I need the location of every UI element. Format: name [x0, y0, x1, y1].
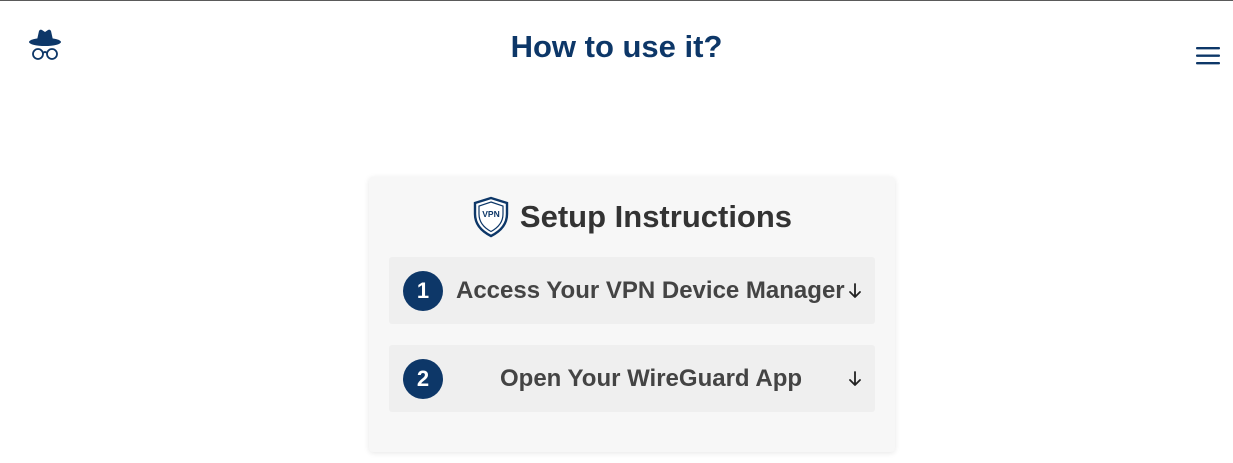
step-number-badge: 1 [403, 271, 443, 311]
page-title: How to use it? [510, 29, 723, 64]
vpn-shield-text: VPN [482, 209, 499, 219]
step-open-wireguard-app[interactable]: 2 Open Your WireGuard App [389, 345, 875, 412]
step-number-badge: 2 [403, 359, 443, 399]
setup-instructions-card: VPN Setup Instructions 1 Access Your VPN… [369, 177, 895, 452]
step-access-vpn-device-manager[interactable]: 1 Access Your VPN Device Manager [389, 257, 875, 324]
arrow-down-icon [847, 282, 863, 300]
card-header: VPN Setup Instructions [369, 196, 895, 238]
arrow-down-icon [847, 370, 863, 388]
step-label: Access Your VPN Device Manager [456, 277, 845, 304]
top-border [0, 0, 1233, 1]
card-title: Setup Instructions [519, 199, 793, 234]
vpn-shield-icon: VPN [472, 196, 510, 238]
hamburger-menu-icon[interactable] [1196, 46, 1220, 66]
step-label: Open Your WireGuard App [499, 365, 803, 392]
